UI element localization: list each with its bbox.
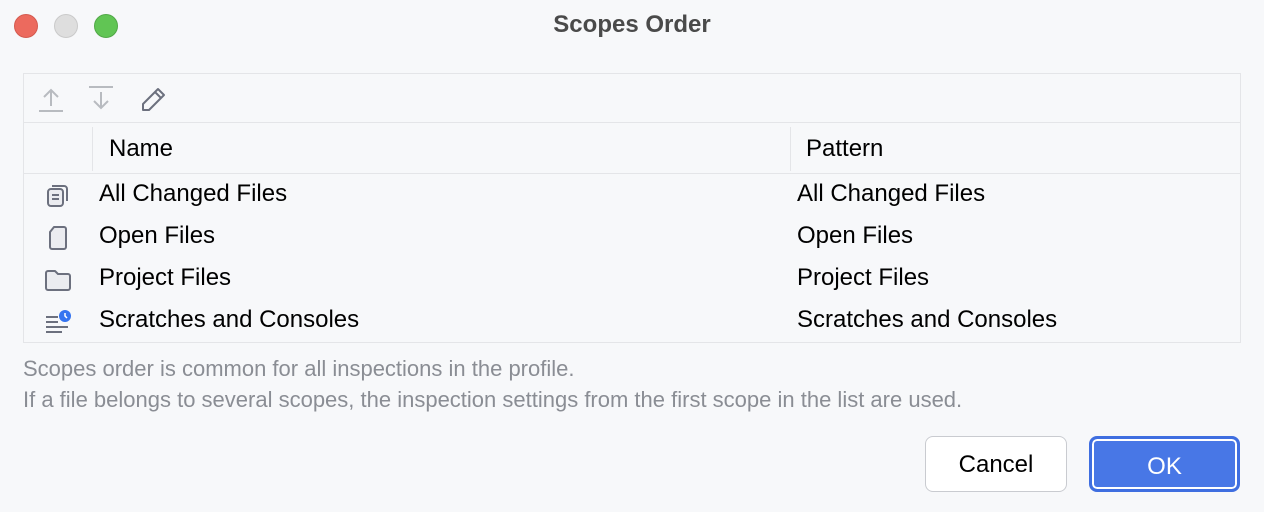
table-row[interactable]: Scratches and Consoles Scratches and Con… [24,300,1240,342]
table-row[interactable]: Open Files Open Files [24,216,1240,258]
scope-name: All Changed Files [99,180,288,207]
column-header-name[interactable]: Name [109,135,173,163]
hint-line-2: If a file belongs to several scopes, the… [23,387,963,412]
dialog-title: Scopes Order [553,11,711,38]
table-header: Name Pattern [24,123,1240,174]
scopes-order-dialog: Scopes Order Name Pattern All Changed Fi… [0,0,1264,512]
column-separator[interactable] [92,127,93,171]
toolbar [24,74,1240,123]
cancel-button[interactable]: Cancel [925,436,1067,492]
pencil-icon [142,88,165,111]
ok-button[interactable]: OK [1089,436,1240,492]
scope-pattern: Open Files [797,222,914,249]
column-separator[interactable] [790,127,791,171]
file-icon [44,224,72,252]
arrow-down-icon [89,86,113,110]
folder-icon [44,266,72,294]
hint-line-1: Scopes order is common for all inspectio… [23,356,575,381]
table-row[interactable]: All Changed Files All Changed Files [24,174,1240,216]
column-header-pattern[interactable]: Pattern [806,135,883,163]
arrow-up-icon [39,88,63,112]
scope-pattern: All Changed Files [797,180,986,207]
move-up-button[interactable] [36,84,66,114]
move-down-button[interactable] [86,84,116,114]
scratches-icon [44,308,72,336]
scope-pattern: Project Files [797,264,930,291]
scope-name: Project Files [99,264,232,291]
changed-files-icon [44,182,72,210]
edit-button[interactable] [138,84,168,114]
scope-pattern: Scratches and Consoles [797,306,1058,333]
scope-name: Open Files [99,222,216,249]
table-row[interactable]: Project Files Project Files [24,258,1240,300]
scopes-panel: Name Pattern All Changed Files All Chang… [23,73,1241,343]
scope-name: Scratches and Consoles [99,306,360,333]
